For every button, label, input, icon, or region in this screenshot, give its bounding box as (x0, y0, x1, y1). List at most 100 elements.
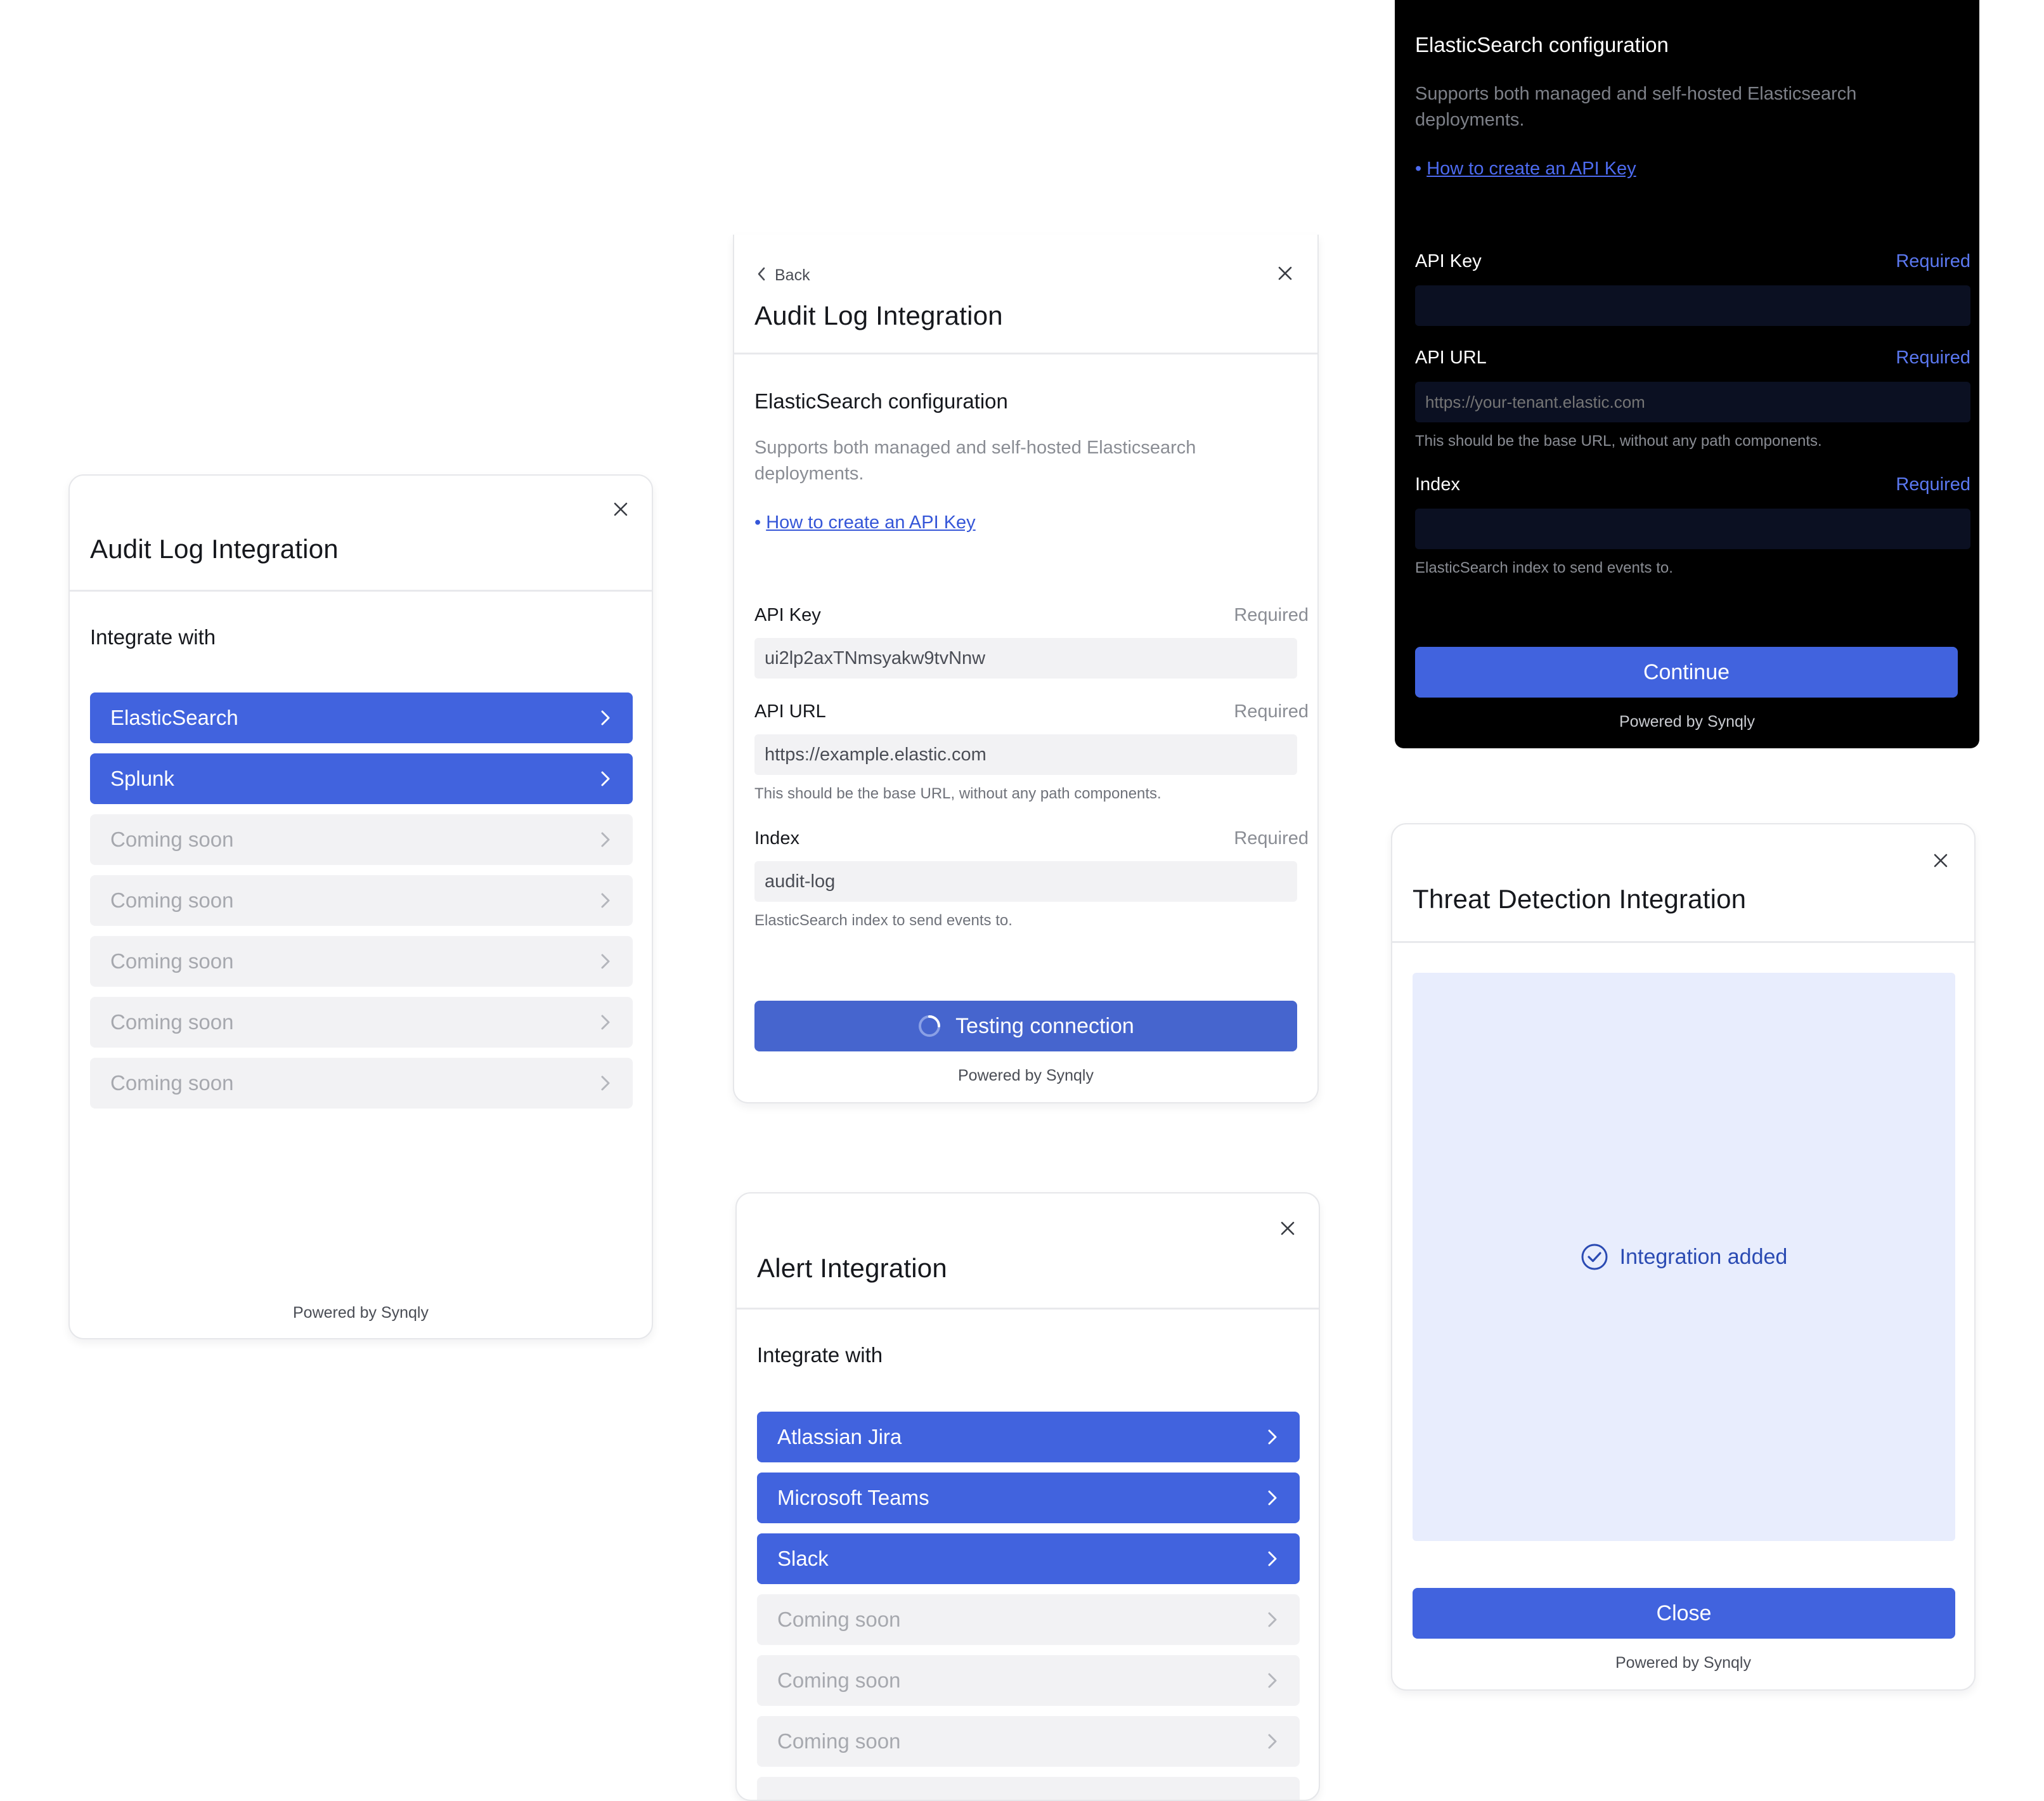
elasticsearch-config-card: Back Audit Log Integration ElasticSearch… (733, 235, 1319, 1103)
create-api-key-link[interactable]: How to create an API Key (766, 512, 975, 533)
header-divider (734, 353, 1317, 354)
close-button[interactable]: Close (1413, 1588, 1955, 1639)
api-url-input[interactable] (1415, 382, 1970, 422)
integration-item-label: Splunk (110, 767, 174, 790)
back-label: Back (775, 266, 810, 284)
bullet: • (1415, 159, 1422, 179)
integration-item-label: Coming soon (777, 1608, 901, 1631)
integration-item-label: ElasticSearch (110, 706, 238, 729)
chevron-right-icon (1267, 1551, 1278, 1567)
chevron-right-icon (600, 831, 611, 848)
index-input[interactable] (1415, 509, 1970, 549)
header-divider (1392, 941, 1974, 943)
chevron-right-icon (600, 953, 611, 970)
card-title: Alert Integration (757, 1253, 947, 1283)
index-input[interactable] (754, 861, 1297, 902)
integration-item-coming-soon: Coming soon (90, 936, 633, 987)
api-url-hint: This should be the base URL, without any… (754, 785, 1161, 802)
section-title: Integrate with (757, 1343, 883, 1367)
card-title: Threat Detection Integration (1413, 884, 1747, 914)
bullet: • (754, 512, 761, 533)
integration-item-label: Coming soon (110, 888, 234, 912)
integration-item-partial (757, 1777, 1300, 1800)
index-label: Index (1415, 474, 1460, 495)
chevron-left-icon (757, 267, 766, 284)
help-link-row: • How to create an API Key (1415, 159, 1636, 179)
close-icon[interactable] (1930, 850, 1951, 871)
api-url-label: API URL (754, 701, 826, 722)
powered-by-footer: Powered by Synqly (1619, 713, 1755, 731)
back-button[interactable]: Back (757, 266, 810, 285)
integration-item-slack[interactable]: Slack (757, 1533, 1300, 1584)
integration-item-label: Coming soon (777, 1668, 901, 1692)
testing-connection-button[interactable]: Testing connection (754, 1001, 1297, 1051)
integration-item-label: Coming soon (110, 828, 234, 851)
success-message: Integration added (1581, 1243, 1788, 1271)
chevron-right-icon (600, 710, 611, 726)
integration-item-coming-soon: Coming soon (757, 1716, 1300, 1767)
close-icon[interactable] (1274, 263, 1296, 284)
alert-integration-card: Alert Integration Integrate with Atlassi… (735, 1192, 1320, 1801)
integration-item-coming-soon: Coming soon (90, 814, 633, 865)
config-title: ElasticSearch configuration (1415, 33, 1669, 56)
elasticsearch-config-dark-card: ElasticSearch configuration Supports bot… (1395, 0, 1979, 748)
config-description: Supports both managed and self-hosted El… (754, 438, 1196, 484)
header-divider (70, 590, 652, 592)
chevron-right-icon (600, 770, 611, 787)
integration-item-label: Coming soon (110, 949, 234, 973)
integration-item-coming-soon: Coming soon (90, 997, 633, 1048)
close-icon[interactable] (1277, 1218, 1298, 1239)
check-circle-icon (1581, 1243, 1608, 1271)
integration-item-coming-soon: Coming soon (757, 1655, 1300, 1706)
continue-button[interactable]: Continue (1415, 647, 1958, 698)
api-key-input[interactable] (1415, 285, 1970, 326)
api-url-required: Required (1234, 701, 1309, 722)
api-url-label: API URL (1415, 348, 1487, 368)
threat-detection-integration-card: Threat Detection Integration Integration… (1391, 823, 1976, 1691)
index-hint: ElasticSearch index to send events to. (754, 912, 1012, 929)
chevron-right-icon (1267, 1611, 1278, 1628)
integration-item-label: Coming soon (777, 1729, 901, 1753)
integration-item-atlassian-jira[interactable]: Atlassian Jira (757, 1412, 1300, 1462)
index-required: Required (1234, 828, 1309, 848)
card-title: Audit Log Integration (90, 534, 339, 564)
powered-by-footer: Powered by Synqly (957, 1067, 1094, 1084)
config-title: ElasticSearch configuration (754, 389, 1008, 413)
integration-item-microsoft-teams[interactable]: Microsoft Teams (757, 1473, 1300, 1523)
integration-item-label: Microsoft Teams (777, 1486, 929, 1509)
api-key-label: API Key (754, 605, 821, 625)
chevron-right-icon (600, 1014, 611, 1031)
header-divider (737, 1308, 1319, 1310)
integration-item-elasticsearch[interactable]: ElasticSearch (90, 692, 633, 743)
integration-item-label: Slack (777, 1547, 829, 1570)
section-title: Integrate with (90, 625, 216, 649)
api-url-required: Required (1896, 348, 1970, 368)
index-hint: ElasticSearch index to send events to. (1415, 559, 1673, 576)
close-icon[interactable] (610, 498, 631, 520)
api-key-label: API Key (1415, 251, 1482, 271)
chevron-right-icon (1267, 1490, 1278, 1506)
api-url-hint: This should be the base URL, without any… (1415, 432, 1822, 450)
powered-by-footer: Powered by Synqly (292, 1304, 429, 1322)
chevron-right-icon (1267, 1429, 1278, 1445)
chevron-right-icon (1267, 1672, 1278, 1689)
api-key-input[interactable] (754, 638, 1297, 679)
api-key-required: Required (1234, 605, 1309, 625)
integration-item-splunk[interactable]: Splunk (90, 753, 633, 804)
powered-by-footer: Powered by Synqly (1615, 1654, 1751, 1672)
integration-item-label: Coming soon (110, 1010, 234, 1034)
api-key-required: Required (1896, 251, 1970, 271)
api-url-input[interactable] (754, 734, 1297, 775)
success-label: Integration added (1619, 1244, 1788, 1269)
audit-log-integration-card: Audit Log Integration Integrate with Ela… (68, 474, 653, 1339)
integration-item-label: Coming soon (110, 1071, 234, 1095)
success-panel: Integration added (1413, 973, 1955, 1541)
integration-item-coming-soon: Coming soon (90, 875, 633, 926)
index-required: Required (1896, 474, 1970, 495)
integration-item-coming-soon: Coming soon (90, 1058, 633, 1109)
create-api-key-link[interactable]: How to create an API Key (1426, 159, 1636, 179)
index-label: Index (754, 828, 799, 848)
button-label: Testing connection (955, 1013, 1134, 1038)
integration-item-coming-soon: Coming soon (757, 1594, 1300, 1645)
spinner-icon (917, 1014, 941, 1038)
